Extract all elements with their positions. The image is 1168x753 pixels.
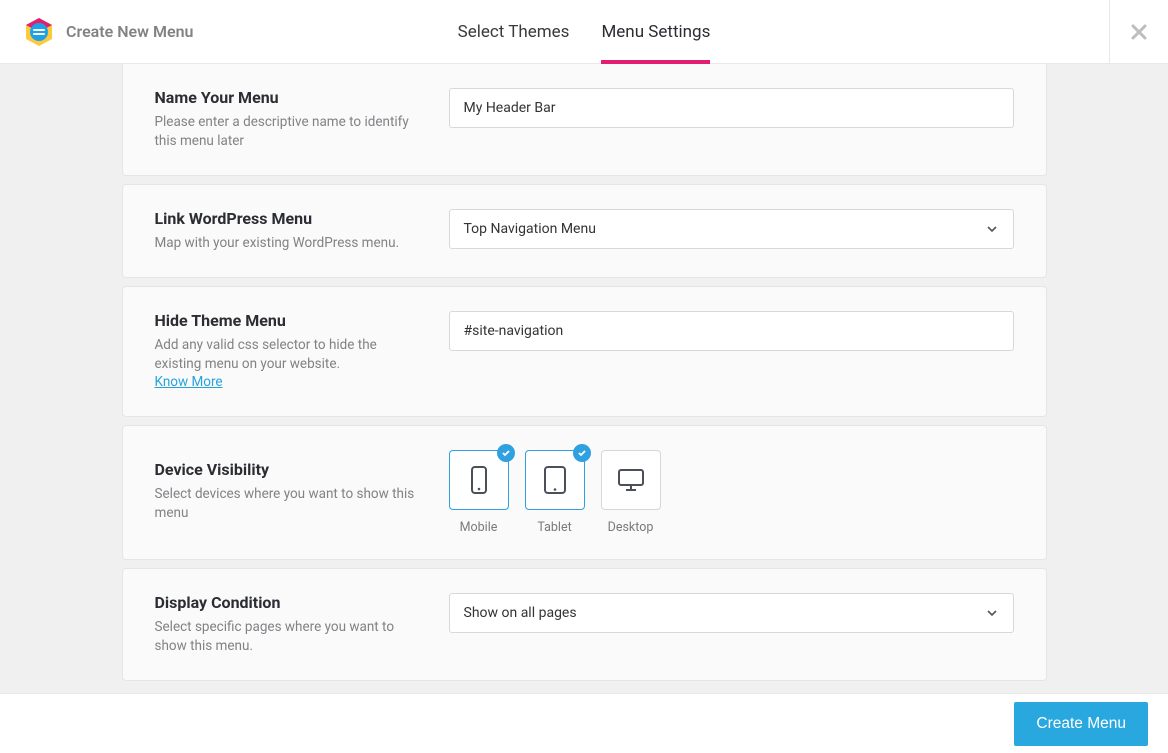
chevron-down-icon [985, 606, 999, 620]
desktop-icon [616, 467, 646, 493]
device-label: Mobile [449, 520, 509, 535]
section-title: Hide Theme Menu [155, 311, 425, 330]
section-desc: Add any valid css selector to hide the e… [155, 336, 425, 393]
section-desc: Select devices where you want to show th… [155, 485, 425, 523]
device-tablet-toggle[interactable] [525, 450, 585, 510]
menu-name-input[interactable]: My Header Bar [449, 88, 1014, 128]
tab-menu-settings[interactable]: Menu Settings [601, 0, 710, 63]
section-link-wp-menu: Link WordPress Menu Map with your existi… [122, 184, 1047, 278]
mobile-icon [469, 465, 489, 495]
work-area: Name Your Menu Please enter a descriptiv… [0, 64, 1168, 693]
section-name-menu: Name Your Menu Please enter a descriptiv… [122, 64, 1047, 176]
section-title: Device Visibility [155, 460, 425, 479]
section-display-condition: Display Condition Select specific pages … [122, 568, 1047, 681]
section-title: Link WordPress Menu [155, 209, 425, 228]
display-condition-select[interactable]: Show on all pages [449, 593, 1014, 633]
section-title: Display Condition [155, 593, 425, 612]
device-option-tablet: Tablet [525, 450, 585, 535]
check-badge-icon [497, 444, 515, 462]
device-label: Desktop [601, 520, 661, 535]
chevron-down-icon [985, 222, 999, 236]
section-device-visibility: Device Visibility Select devices where y… [122, 425, 1047, 560]
tablet-icon [542, 465, 568, 495]
device-options: Mobile Tablet [449, 450, 661, 535]
wp-menu-value: Top Navigation Menu [464, 221, 596, 237]
bottom-bar: Create Menu [0, 693, 1168, 753]
css-selector-value: #site-navigation [464, 323, 564, 339]
brand: Create New Menu [0, 17, 193, 47]
device-label: Tablet [525, 520, 585, 535]
section-title: Name Your Menu [155, 88, 425, 107]
section-desc: Map with your existing WordPress menu. [155, 234, 425, 253]
section-desc: Please enter a descriptive name to ident… [155, 113, 425, 151]
device-option-desktop: Desktop [601, 450, 661, 535]
section-hide-theme-menu: Hide Theme Menu Add any valid css select… [122, 286, 1047, 418]
css-selector-input[interactable]: #site-navigation [449, 311, 1014, 351]
display-condition-value: Show on all pages [464, 605, 577, 621]
divider [1109, 0, 1110, 63]
device-desktop-toggle[interactable] [601, 450, 661, 510]
section-desc: Select specific pages where you want to … [155, 618, 425, 656]
create-menu-button[interactable]: Create Menu [1014, 702, 1148, 746]
top-bar: Create New Menu Select Themes Menu Setti… [0, 0, 1168, 64]
menu-name-value: My Header Bar [464, 100, 556, 116]
device-mobile-toggle[interactable] [449, 450, 509, 510]
know-more-link[interactable]: Know More [155, 374, 223, 390]
tab-select-themes[interactable]: Select Themes [458, 0, 570, 63]
check-badge-icon [573, 444, 591, 462]
close-icon[interactable] [1130, 23, 1148, 41]
brand-logo-icon [24, 17, 54, 47]
wp-menu-select[interactable]: Top Navigation Menu [449, 209, 1014, 249]
page-title: Create New Menu [66, 22, 193, 41]
device-option-mobile: Mobile [449, 450, 509, 535]
